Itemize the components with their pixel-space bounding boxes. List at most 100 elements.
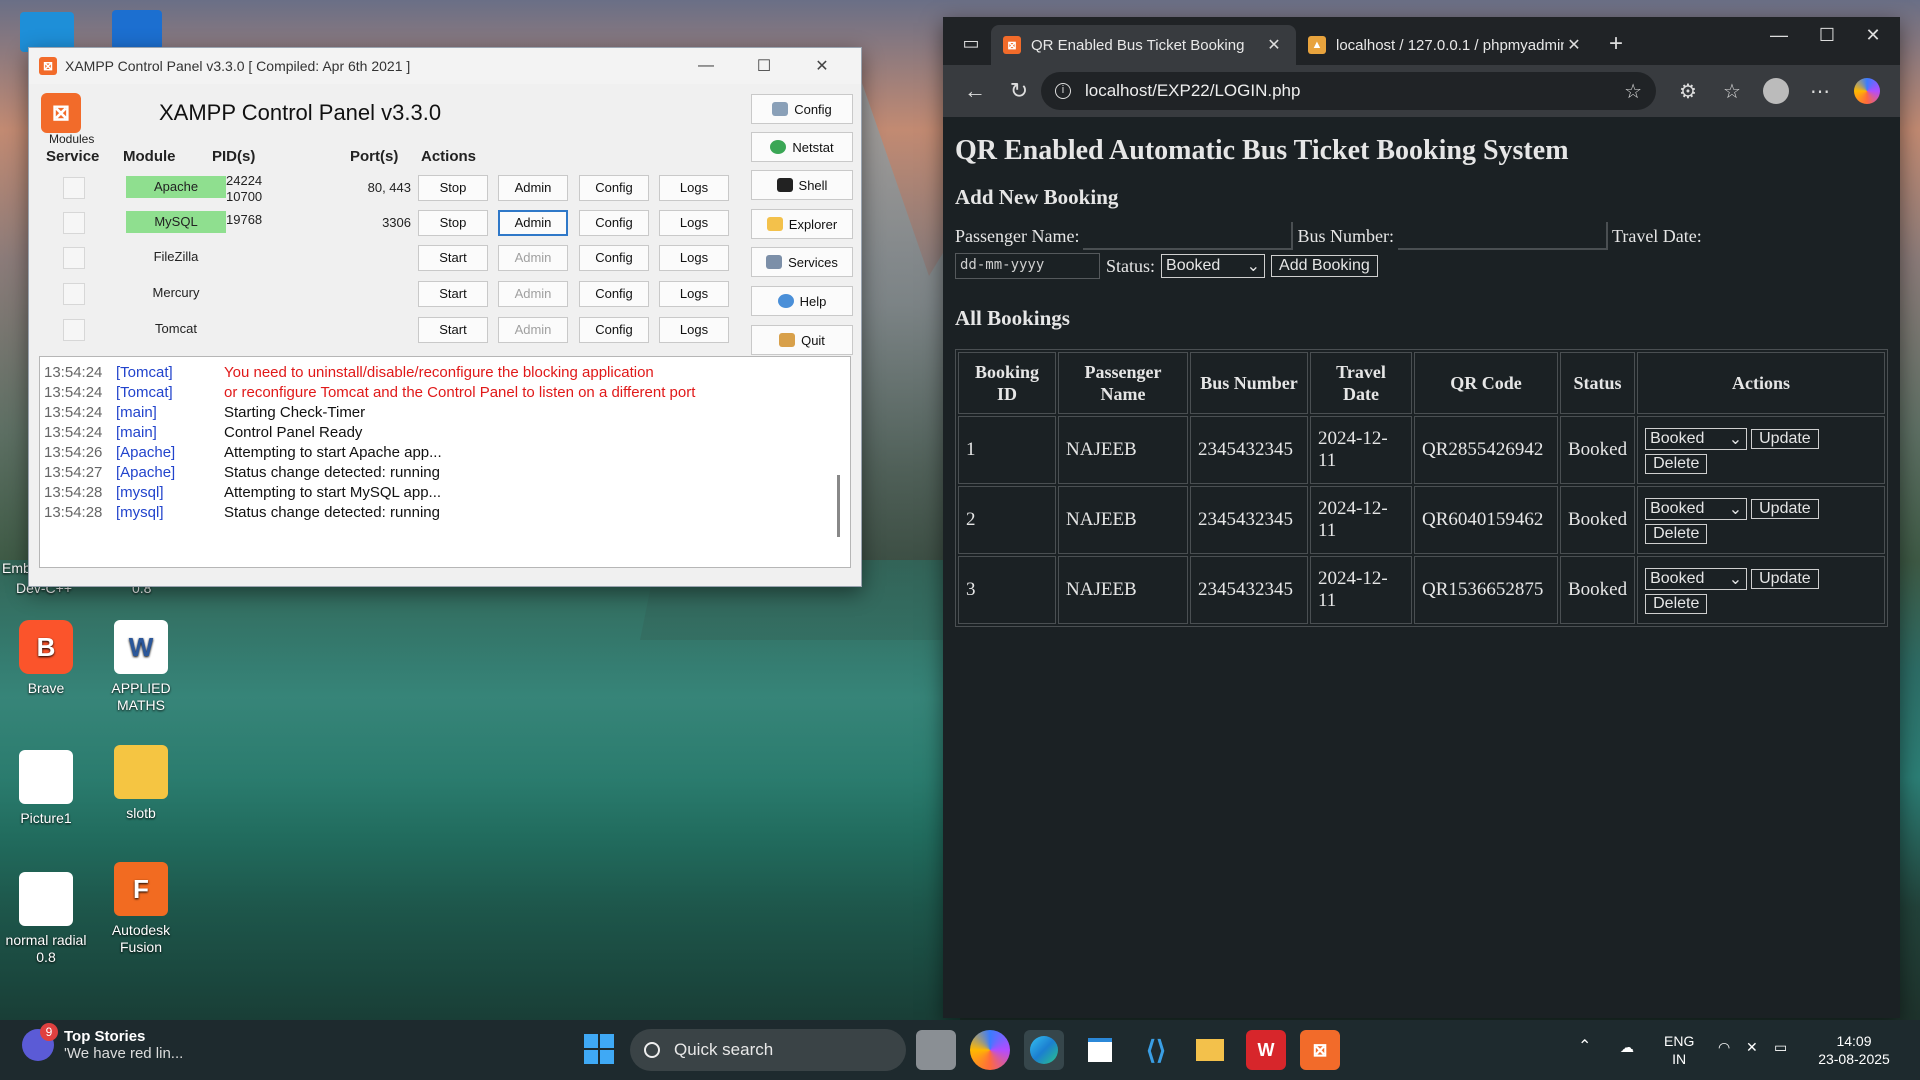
desktop-icon-picture1[interactable]: Picture1 xyxy=(0,750,92,827)
update-button[interactable]: Update xyxy=(1751,568,1819,589)
update-button[interactable]: Update xyxy=(1751,428,1819,449)
travel-date-input[interactable]: dd-mm-yyyy xyxy=(955,253,1100,279)
stop-button[interactable]: Stop xyxy=(418,175,488,201)
browser-window[interactable]: ▭ ⊠ QR Enabled Bus Ticket Booking ✕ ▲ lo… xyxy=(943,17,1900,1018)
close-icon[interactable]: ✕ xyxy=(793,56,851,76)
store-taskbar-icon[interactable] xyxy=(1080,1030,1120,1070)
delete-button[interactable]: Delete xyxy=(1645,593,1708,614)
mute-icon[interactable]: ✕ xyxy=(1746,1038,1758,1056)
start-button[interactable]: Start xyxy=(418,245,488,271)
explorer-button[interactable]: Explorer xyxy=(751,209,853,239)
maximize-icon[interactable]: ☐ xyxy=(735,56,793,76)
help-button[interactable]: Help xyxy=(751,286,853,316)
update-button[interactable]: Update xyxy=(1751,498,1819,519)
bus-number-input[interactable] xyxy=(1397,222,1608,250)
netstat-button[interactable]: Netstat xyxy=(751,132,853,162)
favorites-icon[interactable]: ☆ xyxy=(1710,79,1754,104)
logs-button[interactable]: Logs xyxy=(659,317,729,343)
wifi-icon[interactable]: ◠ xyxy=(1718,1038,1730,1056)
desktop-icon-slotb[interactable]: slotb xyxy=(95,745,187,822)
start-button[interactable]: Start xyxy=(418,317,488,343)
start-button[interactable] xyxy=(584,1034,614,1064)
xampp-heading: XAMPP Control Panel v3.3.0 xyxy=(159,100,442,125)
admin-button[interactable]: Admin xyxy=(498,175,568,201)
logs-button[interactable]: Logs xyxy=(659,245,729,271)
logs-button[interactable]: Logs xyxy=(659,281,729,307)
desktop-icon-normal-radial[interactable]: normal radial 0.8 xyxy=(0,872,92,966)
row-status-select[interactable]: Booked ⌄ xyxy=(1645,497,1748,520)
cell-status: Booked xyxy=(1560,556,1636,624)
tab-booking[interactable]: ⊠ QR Enabled Bus Ticket Booking ✕ xyxy=(991,25,1296,65)
close-icon[interactable]: ✕ xyxy=(1853,25,1893,46)
desktop-icon-partial[interactable] xyxy=(20,12,74,52)
refresh-icon[interactable]: ↻ xyxy=(997,78,1041,104)
close-tab-icon[interactable]: ✕ xyxy=(1564,35,1584,55)
row-status-select[interactable]: Booked ⌄ xyxy=(1645,427,1748,450)
copilot-taskbar-icon[interactable] xyxy=(970,1030,1010,1070)
logs-button[interactable]: Logs xyxy=(659,210,729,236)
status-select[interactable]: Booked ⌄ xyxy=(1161,254,1266,278)
config-side-button[interactable]: Config xyxy=(751,94,853,124)
row-status-select[interactable]: Booked ⌄ xyxy=(1645,567,1748,590)
tab-actions-icon[interactable]: ▭ xyxy=(951,23,991,63)
service-checkbox[interactable] xyxy=(63,319,85,341)
vscode-taskbar-icon[interactable]: ⟨⟩ xyxy=(1136,1030,1176,1070)
phpmyadmin-favicon-icon: ▲ xyxy=(1308,36,1326,54)
config-button[interactable]: Config xyxy=(579,210,649,236)
log-panel[interactable]: 13:54:24 [Tomcat] You need to uninstall/di… xyxy=(39,356,851,568)
quit-button[interactable]: Quit xyxy=(751,325,853,355)
minimize-icon[interactable]: — xyxy=(1759,25,1799,46)
log-scrollbar[interactable] xyxy=(837,475,840,537)
stop-button[interactable]: Stop xyxy=(418,210,488,236)
log-message: Starting Check-Timer xyxy=(224,404,366,421)
xampp-titlebar[interactable]: ⊠ XAMPP Control Panel v3.3.0 [ Compiled:… xyxy=(29,48,861,84)
clock[interactable]: 14:09 23-08-2025 xyxy=(1812,1032,1896,1068)
minimize-icon[interactable]: — xyxy=(677,57,735,75)
config-button[interactable]: Config xyxy=(579,175,649,201)
passenger-name-input[interactable] xyxy=(1083,222,1294,250)
desktop-icon-partial[interactable] xyxy=(112,10,162,50)
file-explorer-taskbar-icon[interactable] xyxy=(1190,1030,1230,1070)
delete-button[interactable]: Delete xyxy=(1645,523,1708,544)
new-tab-icon[interactable]: + xyxy=(1596,25,1636,65)
config-button[interactable]: Config xyxy=(579,281,649,307)
copilot-icon[interactable] xyxy=(1854,78,1880,104)
chevron-up-icon[interactable]: ⌃ xyxy=(1578,1038,1591,1056)
maximize-icon[interactable]: ☐ xyxy=(1807,25,1847,46)
close-tab-icon[interactable]: ✕ xyxy=(1264,35,1284,55)
add-booking-button[interactable]: Add Booking xyxy=(1271,255,1378,277)
admin-button[interactable]: Admin xyxy=(498,210,568,236)
desktop-icon-applied-maths[interactable]: W APPLIED MATHS xyxy=(95,620,187,714)
config-button[interactable]: Config xyxy=(579,317,649,343)
desktop-icon-brave[interactable]: B Brave xyxy=(0,620,92,697)
tab-phpmyadmin[interactable]: ▲ localhost / 127.0.0.1 / phpmyadmin ✕ xyxy=(1296,25,1596,65)
service-checkbox[interactable] xyxy=(63,177,85,199)
services-button[interactable]: Services xyxy=(751,247,853,277)
site-info-icon[interactable]: i xyxy=(1055,83,1071,99)
logs-button[interactable]: Logs xyxy=(659,175,729,201)
more-menu-icon[interactable]: ⋯ xyxy=(1798,79,1842,104)
shell-button[interactable]: Shell xyxy=(751,170,853,200)
xampp-window[interactable]: ⊠ XAMPP Control Panel v3.3.0 [ Compiled:… xyxy=(28,47,862,587)
xampp-taskbar-icon[interactable]: ⊠ xyxy=(1300,1030,1340,1070)
language-indicator[interactable]: ENG IN xyxy=(1664,1032,1694,1068)
desktop-icon-autodesk-fusion[interactable]: F Autodesk Fusion xyxy=(95,862,187,956)
profile-avatar[interactable] xyxy=(1763,78,1789,104)
favorite-star-icon[interactable]: ☆ xyxy=(1624,79,1642,104)
edge-taskbar-icon[interactable] xyxy=(1024,1030,1064,1070)
url-bar[interactable]: i localhost/EXP22/LOGIN.php ☆ xyxy=(1041,72,1656,110)
extensions-icon[interactable]: ⚙ xyxy=(1666,79,1710,104)
taskbar-search[interactable]: Quick search xyxy=(630,1029,906,1071)
service-checkbox[interactable] xyxy=(63,247,85,269)
service-checkbox[interactable] xyxy=(63,283,85,305)
delete-button[interactable]: Delete xyxy=(1645,453,1708,474)
wps-taskbar-icon[interactable]: W xyxy=(1246,1030,1286,1070)
onedrive-icon[interactable]: ☁ xyxy=(1620,1038,1634,1056)
task-view-icon[interactable] xyxy=(916,1030,956,1070)
start-button[interactable]: Start xyxy=(418,281,488,307)
config-button[interactable]: Config xyxy=(579,245,649,271)
news-widget[interactable]: 9 Top Stories 'We have red lin... xyxy=(22,1023,183,1062)
service-checkbox[interactable] xyxy=(63,212,85,234)
battery-icon[interactable]: ▭ xyxy=(1774,1038,1787,1056)
back-icon[interactable]: ← xyxy=(953,78,997,104)
